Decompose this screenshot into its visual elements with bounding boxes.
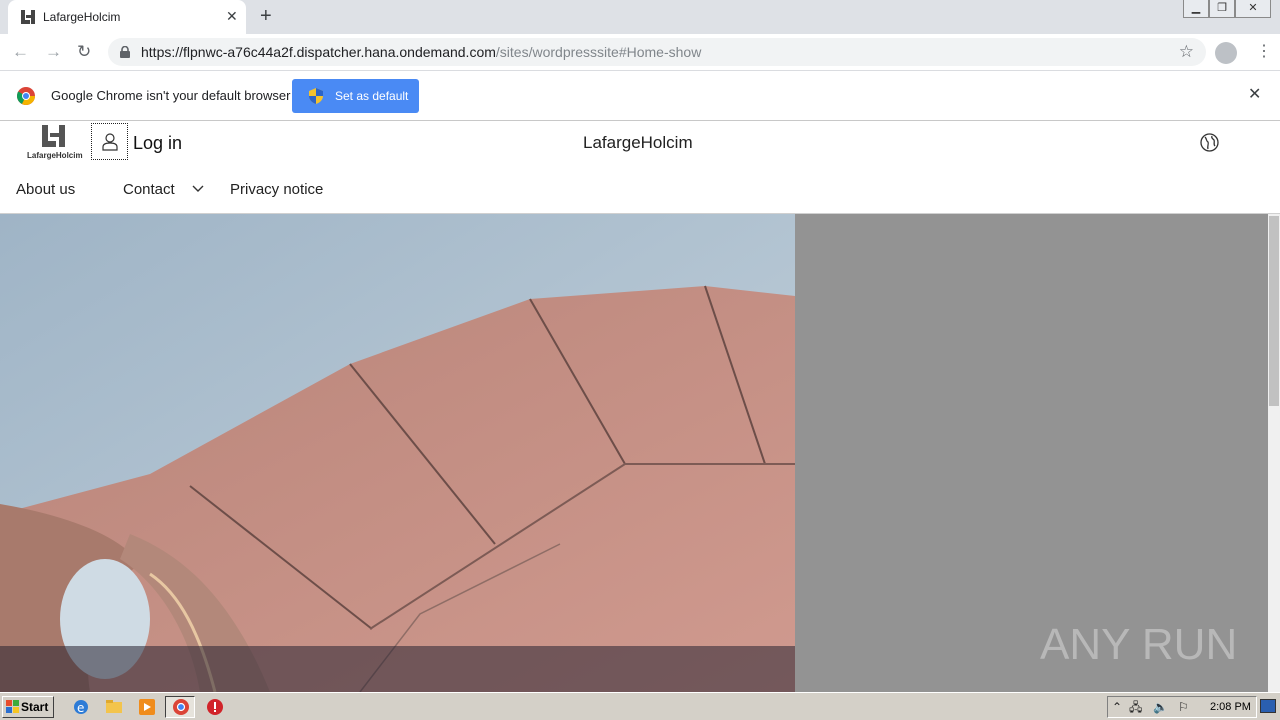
network-icon[interactable]: 🖧 bbox=[1129, 700, 1142, 714]
minimize-icon[interactable]: ▁ bbox=[1183, 0, 1209, 18]
new-tab-icon[interactable]: + bbox=[260, 5, 272, 27]
site-logo[interactable]: LafargeHolcim bbox=[27, 125, 83, 161]
uac-shield-icon bbox=[309, 88, 323, 104]
web-page: LafargeHolcim Log in LafargeHolcim About… bbox=[0, 121, 1280, 692]
nav-privacy-notice[interactable]: Privacy notice bbox=[230, 181, 323, 198]
taskbar-chrome-button[interactable] bbox=[165, 696, 195, 718]
watermark-text: ANY RUN bbox=[1040, 620, 1235, 669]
profile-avatar-icon[interactable] bbox=[1215, 42, 1237, 64]
url-host: https://flpnwc-a76c44a2f.dispatcher.hana… bbox=[141, 44, 496, 60]
file-explorer-icon[interactable] bbox=[105, 698, 123, 716]
media-player-icon[interactable] bbox=[138, 698, 156, 716]
logo-wordmark: LafargeHolcim bbox=[27, 151, 83, 160]
tray-expand-icon[interactable]: ⌃ bbox=[1112, 700, 1122, 714]
lock-icon bbox=[120, 46, 130, 58]
windows-flag-icon bbox=[6, 700, 19, 713]
forward-icon[interactable]: → bbox=[45, 42, 62, 62]
browser-menu-icon[interactable]: ⋮ bbox=[1256, 42, 1272, 62]
infobar-close-icon[interactable]: ✕ bbox=[1248, 86, 1261, 104]
url-path: /sites/wordpresssite#Home-show bbox=[495, 44, 702, 60]
browser-toolbar: ← → ↻ https://flpnwc-a76c44a2f.dispatche… bbox=[0, 34, 1280, 71]
security-app-icon[interactable] bbox=[206, 698, 224, 716]
default-browser-infobar: Google Chrome isn't your default browser… bbox=[0, 71, 1280, 121]
globe-icon[interactable] bbox=[1200, 133, 1219, 152]
start-button[interactable]: Start bbox=[2, 696, 54, 718]
internet-explorer-icon[interactable]: e bbox=[72, 698, 90, 716]
hero-building-illustration bbox=[0, 214, 795, 692]
windows-taskbar: Start e ⌃ 🖧 🔈 ⚐ 2:08 PM bbox=[0, 692, 1280, 720]
tab-title: LafargeHolcim bbox=[43, 10, 121, 24]
volume-icon[interactable]: 🔈 bbox=[1153, 700, 1168, 714]
login-label[interactable]: Log in bbox=[133, 133, 182, 154]
browser-tabstrip: LafargeHolcim ✕ + ▁ ❐ ✕ bbox=[0, 0, 1280, 34]
reload-icon[interactable]: ↻ bbox=[77, 42, 91, 62]
hero-image bbox=[0, 214, 795, 692]
site-title: LafargeHolcim bbox=[583, 133, 693, 152]
page-scrollbar[interactable] bbox=[1268, 214, 1280, 692]
lafargeholcim-logo-icon bbox=[42, 125, 65, 147]
nav-about-us[interactable]: About us bbox=[16, 181, 75, 198]
start-label: Start bbox=[21, 700, 49, 714]
set-as-default-button[interactable]: Set as default bbox=[292, 79, 419, 113]
lafargeholcim-favicon-icon bbox=[21, 10, 35, 24]
infobar-message: Google Chrome isn't your default browser bbox=[51, 88, 291, 103]
nav-contact[interactable]: Contact bbox=[123, 181, 175, 198]
scrollbar-thumb[interactable] bbox=[1269, 216, 1279, 406]
url-text: https://flpnwc-a76c44a2f.dispatcher.hana… bbox=[141, 44, 701, 60]
chrome-taskbar-icon bbox=[173, 699, 189, 715]
user-icon bbox=[102, 133, 118, 151]
restore-icon[interactable]: ❐ bbox=[1209, 0, 1235, 18]
close-tab-icon[interactable]: ✕ bbox=[226, 8, 238, 24]
login-button[interactable] bbox=[91, 123, 128, 160]
browser-tab[interactable]: LafargeHolcim ✕ bbox=[8, 0, 246, 34]
hero-caption-overlay bbox=[0, 646, 795, 692]
address-bar[interactable]: https://flpnwc-a76c44a2f.dispatcher.hana… bbox=[108, 38, 1206, 66]
action-center-flag-icon[interactable]: ⚐ bbox=[1178, 700, 1189, 714]
set-as-default-label: Set as default bbox=[335, 89, 409, 103]
taskbar-clock[interactable]: 2:08 PM bbox=[1210, 701, 1251, 713]
bookmark-star-icon[interactable]: ☆ bbox=[1179, 42, 1194, 62]
svg-text:e: e bbox=[77, 701, 84, 715]
chrome-logo-icon bbox=[17, 87, 35, 105]
anyrun-watermark: ANY RUN bbox=[1040, 620, 1235, 669]
chevron-down-icon[interactable] bbox=[192, 185, 204, 193]
system-tray: ⌃ 🖧 🔈 ⚐ 2:08 PM bbox=[1107, 696, 1257, 718]
show-desktop-icon[interactable] bbox=[1260, 699, 1276, 713]
back-icon[interactable]: ← bbox=[12, 42, 29, 62]
close-window-icon[interactable]: ✕ bbox=[1235, 0, 1271, 18]
